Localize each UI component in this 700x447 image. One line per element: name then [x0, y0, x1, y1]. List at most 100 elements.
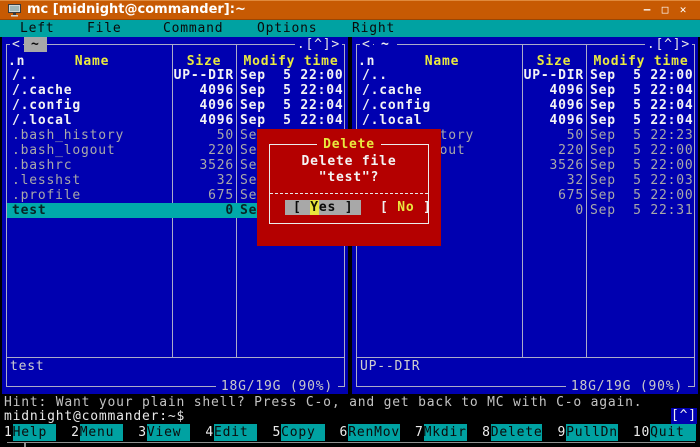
- column-header-name[interactable]: Name: [32, 54, 152, 69]
- file-name: /.cache: [12, 83, 72, 98]
- file-size: 220: [517, 143, 584, 158]
- history-back-control[interactable]: <: [10, 37, 23, 52]
- file-size: 4096: [517, 113, 584, 128]
- fkey-number: 1: [2, 424, 13, 441]
- file-row[interactable]: /.config4096Sep 5 22:04: [7, 98, 344, 113]
- yes-hotkey-cursor: Y: [310, 200, 319, 215]
- fkey-number: 3: [136, 424, 147, 441]
- file-row[interactable]: /..UP--DIRSep 5 22:00: [7, 68, 344, 83]
- menu-item-right[interactable]: Right: [352, 20, 395, 37]
- fkey-delete[interactable]: 8Delete: [480, 424, 555, 441]
- fkey-view[interactable]: 3View: [136, 424, 203, 441]
- shell-prompt[interactable]: midnight@commander:~$: [4, 409, 185, 424]
- panel-top-controls[interactable]: .[^]>: [645, 37, 692, 52]
- file-name: /.cache: [362, 83, 422, 98]
- column-header-name[interactable]: Name: [382, 54, 502, 69]
- file-size: 3526: [167, 158, 234, 173]
- column-header-mtime[interactable]: Modify time: [238, 54, 344, 69]
- file-name: .bash_history: [12, 128, 124, 143]
- fkey-label: PullDn: [566, 424, 618, 441]
- file-row[interactable]: /.local4096Sep 5 22:04: [357, 113, 694, 128]
- free-space: 18G/19G (90%): [216, 379, 338, 394]
- fkey-renmov[interactable]: 6RenMov: [338, 424, 413, 441]
- fkey-copy[interactable]: 5Copy: [270, 424, 337, 441]
- menu-item-file[interactable]: File: [87, 20, 122, 37]
- file-name: .profile: [12, 188, 81, 203]
- fkey-label: Delete: [491, 424, 543, 441]
- column-header-mtime[interactable]: Modify time: [588, 54, 694, 69]
- panel-path[interactable]: ~: [24, 37, 47, 52]
- fkey-edit[interactable]: 4Edit: [203, 424, 270, 441]
- fkey-number: 6: [338, 424, 349, 441]
- file-row[interactable]: /.local4096Sep 5 22:04: [7, 113, 344, 128]
- file-row[interactable]: /..UP--DIRSep 5 22:00: [357, 68, 694, 83]
- file-mtime: Sep 5 22:23: [590, 128, 694, 143]
- window-title: mc [midnight@commander]:~: [27, 2, 246, 17]
- file-size: 4096: [167, 98, 234, 113]
- fkey-gap: [467, 424, 480, 441]
- file-row[interactable]: /.cache4096Sep 5 22:04: [357, 83, 694, 98]
- close-button[interactable]: ✕: [676, 3, 690, 16]
- file-size: 675: [517, 188, 584, 203]
- terminal-monitor-icon: [7, 3, 22, 21]
- dialog-message-line1: Delete file: [257, 154, 441, 169]
- file-size: 0: [517, 203, 584, 218]
- minimize-button[interactable]: –: [640, 3, 654, 16]
- history-back-control[interactable]: <: [360, 37, 373, 52]
- fkey-number: 4: [203, 424, 214, 441]
- file-name: .lesshst: [12, 173, 81, 188]
- fkey-gap: [542, 424, 555, 441]
- fkey-mkdir[interactable]: 7Mkdir: [413, 424, 480, 441]
- file-size: 4096: [167, 113, 234, 128]
- sort-indicator[interactable]: .n: [358, 54, 375, 69]
- ministatus: UP--DIR: [360, 359, 420, 374]
- file-size: 32: [517, 173, 584, 188]
- file-name: test: [12, 203, 47, 218]
- file-name: /..: [12, 68, 38, 83]
- menu-item-command[interactable]: Command: [163, 20, 223, 37]
- file-size: UP--DIR: [517, 68, 584, 83]
- dialog-title: Delete: [257, 137, 441, 152]
- file-size: 220: [167, 143, 234, 158]
- yes-button[interactable]: [ Yes ]: [285, 200, 361, 215]
- fkey-number: 9: [555, 424, 566, 441]
- fkey-label: Menu: [80, 424, 123, 441]
- file-mtime: Sep 5 22:31: [590, 203, 694, 218]
- file-name: /..: [362, 68, 388, 83]
- fkey-label: Help: [13, 424, 56, 441]
- panel-top-controls[interactable]: .[^]>: [295, 37, 342, 52]
- sort-indicator[interactable]: .n: [8, 54, 25, 69]
- fkey-label: Copy: [281, 424, 324, 441]
- fkey-label: RenMov: [348, 424, 400, 441]
- hint-line: Hint: Want your plain shell? Press C-o, …: [4, 395, 642, 410]
- file-name: /.config: [12, 98, 81, 113]
- file-mtime: Sep 5 22:00: [590, 158, 694, 173]
- menu-item-options[interactable]: Options: [257, 20, 317, 37]
- fkey-label: Mkdir: [424, 424, 467, 441]
- file-row[interactable]: /.cache4096Sep 5 22:04: [7, 83, 344, 98]
- file-name: /.config: [362, 98, 431, 113]
- fkey-number: 5: [270, 424, 281, 441]
- fkey-gap: [325, 424, 338, 441]
- file-mtime: Sep 5 22:00: [590, 143, 694, 158]
- fkey-menu[interactable]: 2Menu: [69, 424, 136, 441]
- column-header-size[interactable]: Size: [522, 54, 586, 69]
- panel-toggle-indicator[interactable]: [^]: [671, 408, 697, 424]
- dialog-divider: [270, 193, 428, 194]
- panel-path[interactable]: ~: [374, 37, 397, 52]
- menu-item-left[interactable]: Left: [20, 20, 55, 37]
- fkey-number: 10: [631, 424, 650, 441]
- no-button[interactable]: [ No ]: [380, 200, 432, 215]
- fkey-help[interactable]: 1Help: [2, 424, 69, 441]
- maximize-button[interactable]: □: [658, 3, 672, 16]
- file-name: /.local: [362, 113, 422, 128]
- delete-dialog: Delete Delete file "test"? [ Yes ] [ No …: [257, 129, 441, 246]
- panel-border: [356, 357, 695, 358]
- fkey-pulldn[interactable]: 9PullDn: [555, 424, 630, 441]
- fkey-label: Quit: [650, 424, 696, 441]
- fkey-gap: [400, 424, 413, 441]
- ministatus: test: [10, 359, 45, 374]
- column-header-size[interactable]: Size: [172, 54, 236, 69]
- file-row[interactable]: /.config4096Sep 5 22:04: [357, 98, 694, 113]
- fkey-quit[interactable]: 10Quit: [631, 424, 698, 441]
